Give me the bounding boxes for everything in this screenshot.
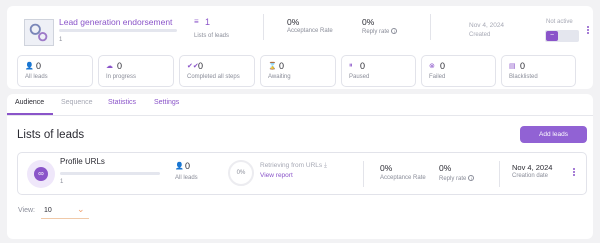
- audience-panel: Audience Sequence Statistics Settings Li…: [7, 94, 593, 239]
- stat-card-blacklisted[interactable]: ▤ 0 Blacklisted: [501, 55, 576, 87]
- view-select[interactable]: 10 ⌄: [41, 204, 89, 219]
- campaign-title[interactable]: Lead generation endorsement: [59, 17, 172, 27]
- stat-value: 0: [360, 61, 366, 71]
- campaign-progress-bar: [59, 29, 177, 32]
- reply-rate-value: 0%: [362, 17, 375, 27]
- list-leads-label: All leads: [175, 175, 198, 181]
- view-value: 10: [44, 207, 52, 214]
- list-acceptance-label: Acceptance Rate: [380, 175, 426, 181]
- list-reply-text: Reply rate: [439, 176, 467, 182]
- info-icon[interactable]: i: [391, 28, 398, 34]
- list-acceptance-value: 0%: [380, 163, 393, 173]
- list-more-icon[interactable]: [571, 167, 577, 181]
- stat-value: 0: [117, 61, 123, 71]
- status-label: Not active: [546, 19, 573, 25]
- x-circle-icon: ⊗: [429, 63, 435, 70]
- user-icon: 👤: [25, 63, 34, 70]
- list-progress-bar: [60, 172, 160, 175]
- tab-sequence[interactable]: Sequence: [61, 99, 93, 106]
- divider: [499, 161, 500, 187]
- gears-icon: [29, 23, 48, 42]
- created-label: Created: [469, 32, 491, 38]
- user-icon: 👤: [175, 163, 184, 170]
- list-date: Nov 4, 2024: [512, 163, 553, 172]
- stat-value: 0: [520, 61, 526, 71]
- list-leads-value: 0: [185, 161, 191, 171]
- tab-settings[interactable]: Settings: [154, 99, 179, 106]
- stat-card-completed-all-steps[interactable]: ✔✔ 0 Completed all steps: [179, 55, 255, 87]
- download-icon[interactable]: ⤓: [324, 162, 327, 169]
- retrieving-text: Retrieving from URLs: [260, 162, 323, 169]
- stat-label: Completed all steps: [187, 74, 240, 80]
- tab-audience[interactable]: Audience: [15, 99, 44, 106]
- toggle-knob: −: [546, 31, 558, 41]
- stat-label: Awaiting: [268, 74, 291, 80]
- info-icon[interactable]: i: [468, 175, 475, 181]
- stat-card-in-progress[interactable]: ☁ 0 In progress: [98, 55, 174, 87]
- progress-circle: 0%: [228, 160, 254, 186]
- double-check-icon: ✔✔: [187, 63, 199, 70]
- list-count: 1: [60, 179, 64, 185]
- list-date-label: Creation date: [512, 173, 549, 179]
- hourglass-icon: ⌛: [268, 63, 277, 70]
- section-title: Lists of leads: [17, 129, 85, 141]
- stat-card-paused[interactable]: ⏸ 0 Paused: [341, 55, 416, 87]
- stat-label: All leads: [25, 74, 48, 80]
- acceptance-rate-value: 0%: [287, 17, 300, 27]
- stat-card-all-leads[interactable]: 👤 0 All leads: [17, 55, 93, 87]
- pause-icon: ⏸: [349, 62, 353, 69]
- divider: [430, 14, 431, 40]
- stat-label: In progress: [106, 74, 137, 80]
- created-date: Nov 4, 2024: [469, 22, 505, 29]
- list-name[interactable]: Profile URLs: [60, 157, 105, 166]
- stat-label: Failed: [429, 74, 446, 80]
- list-reply-label: Reply rate i: [439, 175, 475, 182]
- chevron-down-icon: ⌄: [77, 204, 85, 214]
- lists-count: 1: [205, 17, 211, 27]
- list-avatar: ∞: [27, 160, 55, 188]
- reply-rate-label: Reply rate i: [362, 28, 398, 35]
- tab-statistics[interactable]: Statistics: [108, 99, 136, 106]
- stat-label: Paused: [349, 74, 370, 80]
- view-label: View:: [18, 207, 35, 214]
- acceptance-rate-label: Acceptance Rate: [287, 28, 333, 34]
- divider: [263, 14, 264, 40]
- lists-icon: ≡: [194, 17, 199, 26]
- stat-value: 0: [440, 61, 446, 71]
- active-toggle[interactable]: −: [545, 30, 579, 42]
- stat-value: 0: [36, 61, 42, 71]
- tab-divider: [7, 115, 593, 116]
- retrieving-status: Retrieving from URLs ⤓: [260, 162, 327, 170]
- campaign-thumbnail: [24, 19, 54, 46]
- blacklist-icon: ▤: [509, 63, 516, 70]
- campaign-count: 1: [59, 37, 63, 43]
- view-underline: [41, 218, 89, 219]
- reply-rate-text: Reply rate: [362, 29, 390, 35]
- link-icon: ∞: [34, 167, 48, 181]
- in-progress-icon: ☁: [106, 63, 113, 70]
- stat-value: 0: [279, 61, 285, 71]
- divider: [363, 161, 364, 187]
- list-reply-value: 0%: [439, 163, 452, 173]
- lists-label: Lists of leads: [194, 33, 230, 39]
- add-leads-button[interactable]: Add leads: [520, 126, 587, 143]
- stat-value: 0: [198, 61, 204, 71]
- campaign-more-icon[interactable]: [585, 25, 591, 39]
- campaign-header-card: Lead generation endorsement 1 ≡ 1 Lists …: [7, 6, 593, 89]
- view-report-link[interactable]: View report: [260, 172, 293, 179]
- stat-card-failed[interactable]: ⊗ 0 Failed: [421, 55, 496, 87]
- stat-label: Blacklisted: [509, 74, 538, 80]
- stat-card-awaiting[interactable]: ⌛ 0 Awaiting: [260, 55, 336, 87]
- list-item[interactable]: ∞ Profile URLs 1 👤 0 All leads 0% Retrie…: [17, 152, 587, 195]
